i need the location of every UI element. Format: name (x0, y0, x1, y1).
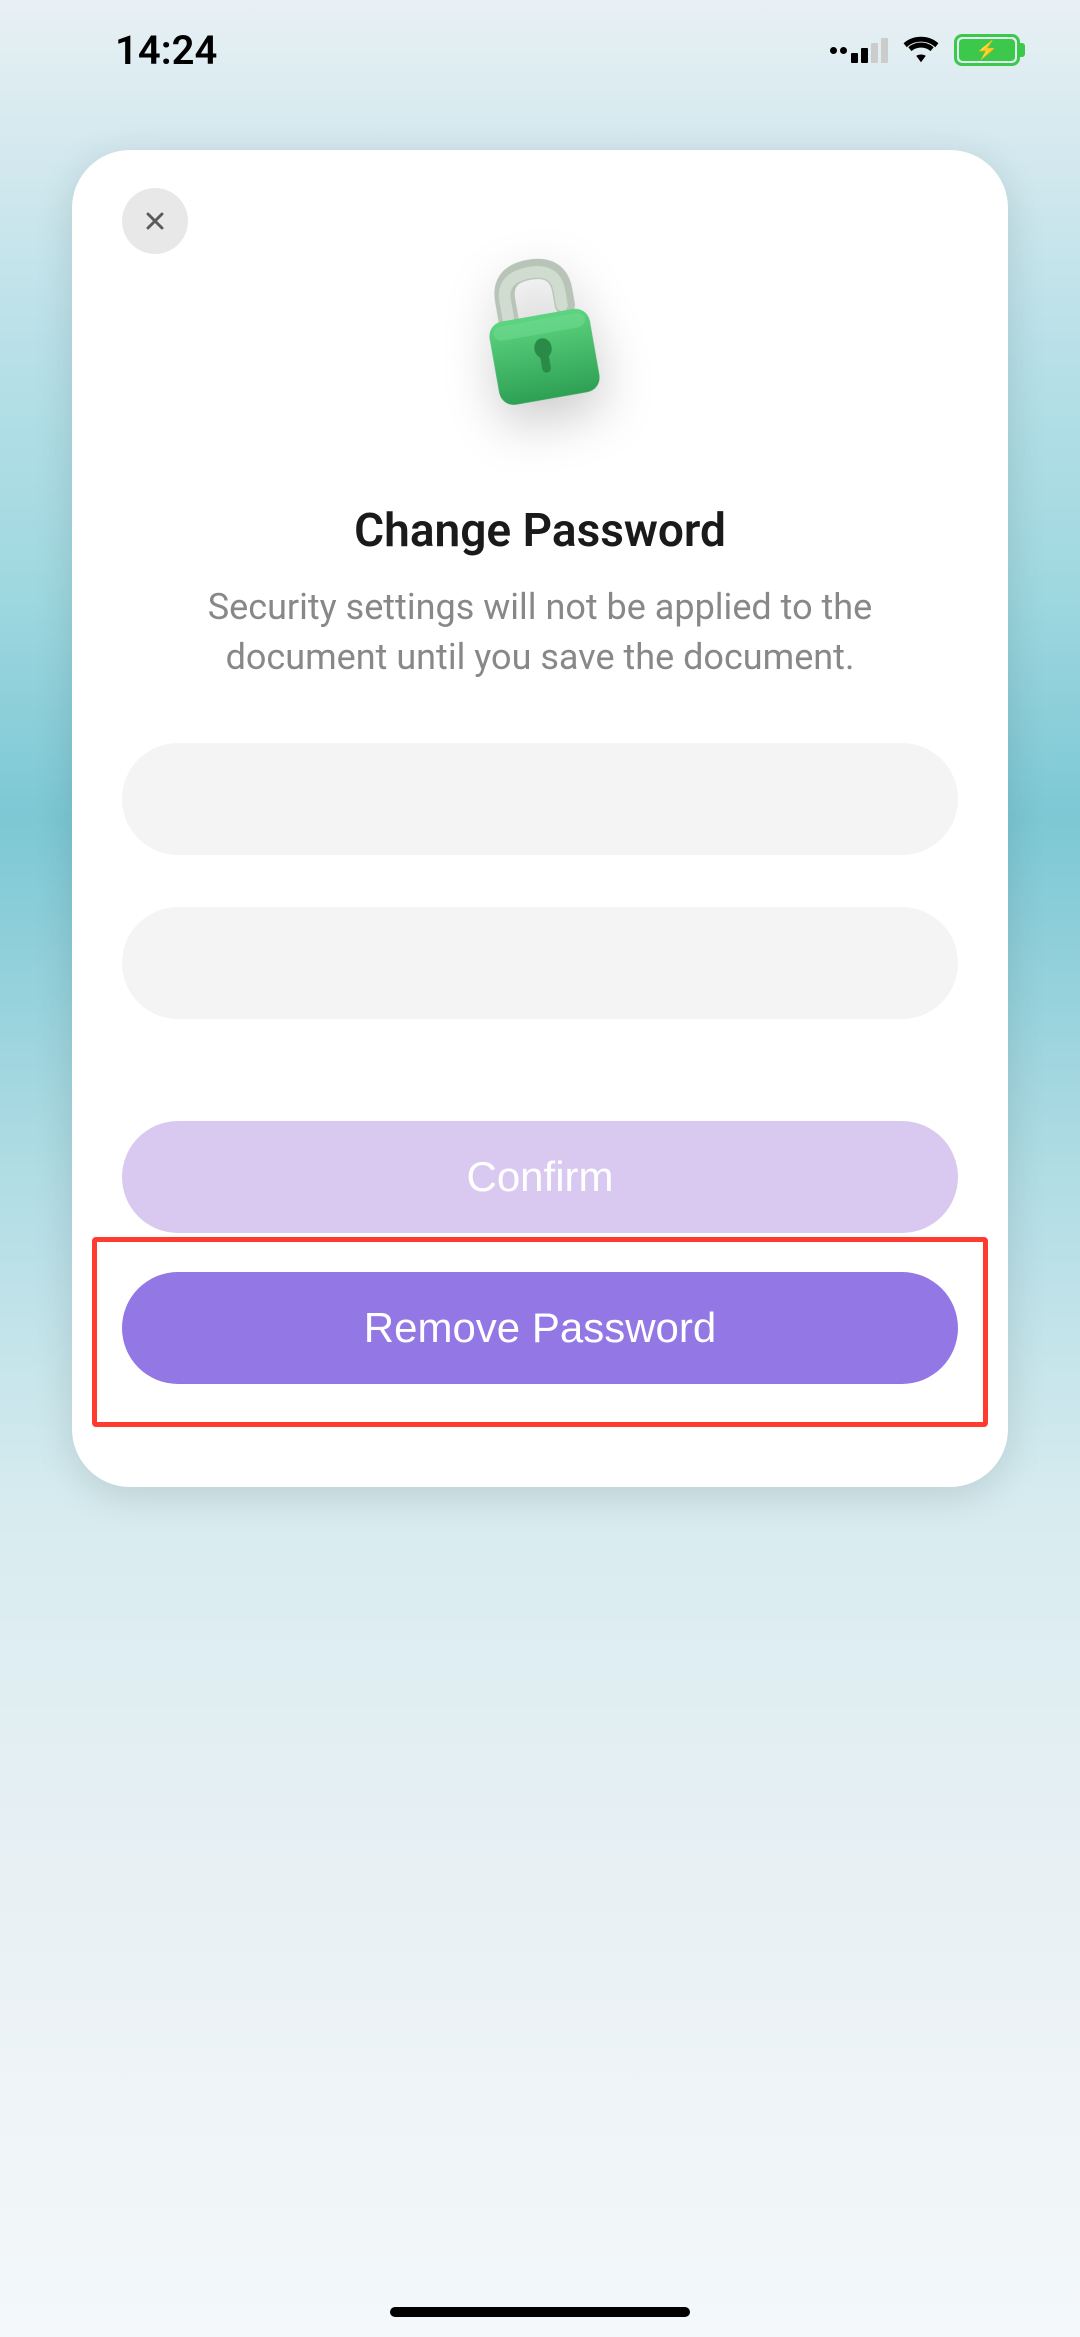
signal-icon (830, 38, 888, 63)
close-button[interactable] (122, 188, 188, 254)
wifi-icon (902, 33, 940, 67)
confirm-password-input[interactable] (122, 907, 958, 1019)
lock-icon (455, 243, 626, 426)
remove-password-button[interactable]: Remove Password (122, 1272, 958, 1384)
modal-subtitle: Security settings will not be applied to… (122, 582, 958, 683)
home-indicator[interactable] (390, 2307, 690, 2317)
highlight-annotation: Remove Password (92, 1237, 988, 1427)
status-bar: 14:24 ⚡ (0, 0, 1080, 100)
status-time: 14:24 (115, 27, 217, 74)
change-password-modal: Change Password Security settings will n… (72, 150, 1008, 1487)
modal-title: Change Password (122, 504, 958, 558)
close-icon (141, 207, 169, 235)
battery-icon: ⚡ (954, 34, 1020, 66)
lock-icon-container (122, 254, 958, 414)
password-input[interactable] (122, 743, 958, 855)
confirm-button[interactable]: Confirm (122, 1121, 958, 1233)
status-icons: ⚡ (830, 33, 1020, 67)
